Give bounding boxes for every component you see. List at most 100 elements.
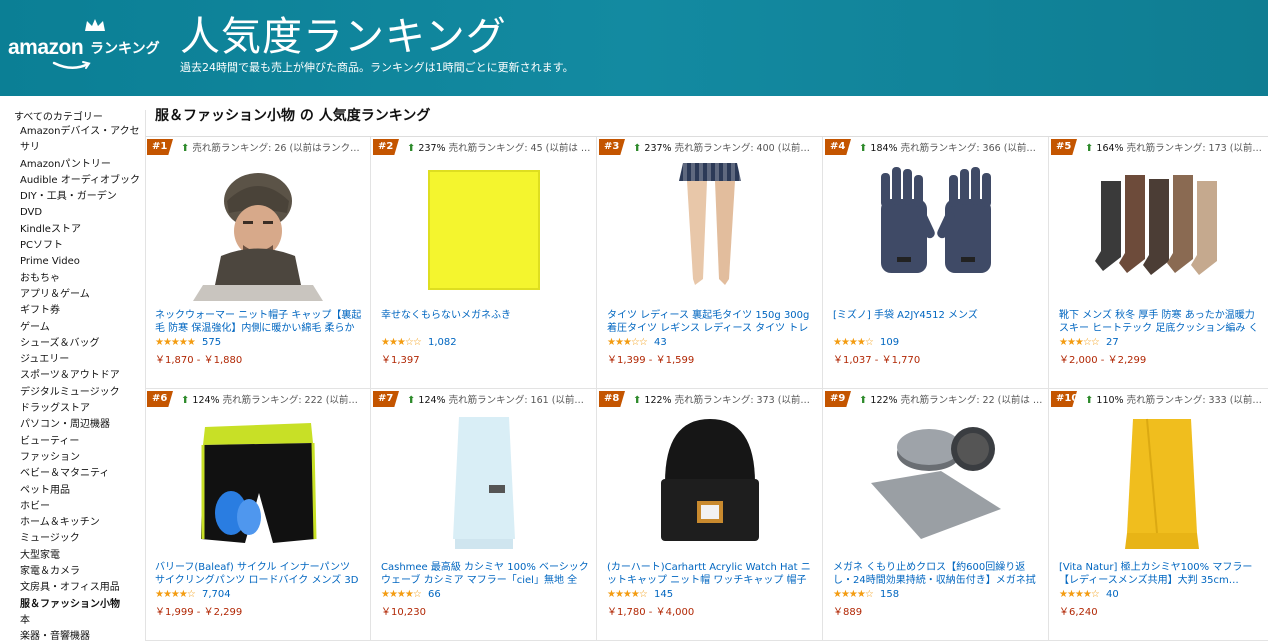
sidebar-category-item[interactable]: おもちゃ (20, 271, 142, 287)
sidebar-category-item[interactable]: シューズ＆バッグ (20, 336, 142, 352)
product-card[interactable]: #3 ⬆ 237% 売れ筋ランキング: 400 (以前は … タイツ レディース… (597, 137, 823, 389)
sidebar-category-item[interactable]: ホビー (20, 499, 142, 515)
sidebar-category-item[interactable]: 大型家電 (20, 548, 142, 564)
product-title-link[interactable]: [Vita Natur] 極上カシミヤ100% マフラー【レディースメンズ共用】… (1059, 561, 1267, 587)
review-count-link[interactable]: 40 (1106, 589, 1119, 600)
sidebar-category-item[interactable]: デジタルミュージック (20, 385, 142, 401)
sidebar-category-item[interactable]: スポーツ＆アウトドア (20, 368, 142, 384)
product-card[interactable]: #1 ⬆ 売れ筋ランキング: 26 (以前はランク… ネックウォーマー ニット帽… (145, 137, 371, 389)
category-list: Amazonデバイス・アクセサリ Amazonパントリー Audible オーディオ… (20, 124, 142, 641)
review-count-link[interactable]: 109 (880, 337, 899, 348)
sidebar-category-item[interactable]: ミュージック (20, 531, 142, 547)
product-card[interactable]: #2 ⬆ 237% 売れ筋ランキング: 45 (以前は 1… 幸せなくもらないメ… (371, 137, 597, 389)
page-title: 人気度ランキング (180, 14, 507, 60)
yellow-cloth-image[interactable] (409, 161, 559, 301)
product-title-link[interactable]: バリーフ(Baleaf) サイクル インナーパンツ サイクリングパンツ ロードバ… (155, 561, 363, 587)
product-card[interactable]: #5 ⬆ 164% 売れ筋ランキング: 173 (以前は … 靴下 メンズ 秋冬… (1049, 137, 1268, 389)
review-count-link[interactable]: 145 (654, 589, 673, 600)
sidebar-category-item[interactable]: Amazonパントリー (20, 157, 142, 173)
star-rating-icon[interactable]: ★★★★☆ (1059, 589, 1100, 600)
sidebar-root-link[interactable]: すべてのカテゴリー (14, 108, 103, 123)
sales-rank-text: 売れ筋ランキング: 366 (以前は … (900, 143, 1045, 154)
sidebar-category-item[interactable]: ビューティー (20, 434, 142, 450)
logo-text: amazon (8, 36, 84, 59)
star-rating-icon[interactable]: ★★★★★ (155, 337, 196, 348)
product-title-link[interactable]: ネックウォーマー ニット帽子 キャップ【裏起毛 防寒 保温強化】内側に暖かい綿毛… (155, 309, 363, 335)
sidebar-category-item[interactable]: Kindleストア (20, 222, 142, 238)
rank-badge: #9 (825, 391, 851, 407)
light-blue-scarf-image[interactable] (409, 413, 559, 553)
star-rating-icon[interactable]: ★★★★☆ (833, 337, 874, 348)
product-price: ￥1,870 - ￥1,880 (155, 355, 243, 366)
rank-change-percent: 237% (418, 143, 446, 154)
review-count-link[interactable]: 158 (880, 589, 899, 600)
product-card[interactable]: #9 ⬆ 122% 売れ筋ランキング: 22 (以前は 49) メガネ くもり止… (823, 389, 1049, 641)
product-title-link[interactable]: [ミズノ] 手袋 A2JY4512 メンズ (833, 309, 1041, 322)
tights-image[interactable] (635, 161, 785, 301)
sidebar-category-item[interactable]: ゲーム (20, 320, 142, 336)
sidebar-category-item[interactable]: 文房具・オフィス用品 (20, 580, 142, 596)
star-rating-icon[interactable]: ★★★★☆ (607, 589, 648, 600)
sales-rank-text: 売れ筋ランキング: 161 (以前は … (448, 395, 593, 406)
star-rating-icon[interactable]: ★★★★☆ (155, 589, 196, 600)
product-title-link[interactable]: Cashmee 最高級 カシミヤ 100% ベーシックウェーブ カシミア マフラ… (381, 561, 589, 587)
sidebar-category-item[interactable]: DIY・工具・ガーデン (20, 189, 142, 205)
sidebar-category-item[interactable]: ファッション (20, 450, 142, 466)
star-rating-icon[interactable]: ★★★☆☆ (1059, 337, 1100, 348)
up-arrow-icon: ⬆ (1085, 143, 1094, 154)
sales-rank-text: 売れ筋ランキング: 22 (以前は 49) (900, 395, 1045, 406)
sidebar-category-item[interactable]: ベビー＆マタニティ (20, 466, 142, 482)
socks-image[interactable] (1087, 161, 1237, 301)
sidebar-category-item[interactable]: 家電＆カメラ (20, 564, 142, 580)
star-rating-icon[interactable]: ★★★★☆ (381, 589, 422, 600)
review-count-link[interactable]: 43 (654, 337, 667, 348)
yellow-scarf-image[interactable] (1087, 413, 1237, 553)
product-card[interactable]: #7 ⬆ 124% 売れ筋ランキング: 161 (以前は … Cashmee 最… (371, 389, 597, 641)
sidebar-category-item[interactable]: ペット用品 (20, 483, 142, 499)
cycling-shorts-image[interactable] (183, 413, 333, 553)
product-title-link[interactable]: (カーハート)Carhartt Acrylic Watch Hat ニットキャッ… (607, 561, 815, 587)
sidebar-category-item[interactable]: アプリ＆ゲーム (20, 287, 142, 303)
review-count-link[interactable]: 27 (1106, 337, 1119, 348)
star-rating-icon[interactable]: ★★★☆☆ (381, 337, 422, 348)
rank-badge: #7 (373, 391, 399, 407)
sidebar-category-item[interactable]: 服＆ファッション小物 (20, 597, 142, 613)
review-count-link[interactable]: 575 (202, 337, 221, 348)
product-title-link[interactable]: 靴下 メンズ 秋冬 厚手 防寒 あったか温暖力 スキー ヒートテック 足底クッシ… (1059, 309, 1267, 335)
gloves-image[interactable] (861, 161, 1011, 301)
sidebar-category-item[interactable]: PCソフト (20, 238, 142, 254)
beanie-model-image[interactable] (183, 161, 333, 301)
sidebar-category-item[interactable]: 本 (20, 613, 142, 629)
sidebar-category-item[interactable]: ギフト券 (20, 303, 142, 319)
product-card[interactable]: #8 ⬆ 122% 売れ筋ランキング: 373 (以前は … (カーハート)Ca… (597, 389, 823, 641)
anti-fog-cloth-image[interactable] (861, 413, 1011, 553)
sidebar-category-item[interactable]: ホーム＆キッチン (20, 515, 142, 531)
review-count-link[interactable]: 1,082 (428, 337, 457, 348)
review-count-link[interactable]: 66 (428, 589, 441, 600)
product-price: ￥10,230 (381, 607, 426, 618)
star-rating-icon[interactable]: ★★★★☆ (833, 589, 874, 600)
star-rating-icon[interactable]: ★★★☆☆ (607, 337, 648, 348)
black-beanie-image[interactable] (635, 413, 785, 553)
sales-rank-text: 売れ筋ランキング: 26 (以前はランク… (192, 143, 360, 154)
product-card[interactable]: #4 ⬆ 184% 売れ筋ランキング: 366 (以前は … [ミズノ] 手袋 … (823, 137, 1049, 389)
sidebar-category-item[interactable]: ドラッグストア (20, 401, 142, 417)
sales-rank-text: 売れ筋ランキング: 373 (以前は … (674, 395, 819, 406)
review-count-link[interactable]: 7,704 (202, 589, 231, 600)
product-title-link[interactable]: 幸せなくもらないメガネふき (381, 309, 589, 322)
sidebar-category-item[interactable]: Audible オーディオブック (20, 173, 142, 189)
up-arrow-icon: ⬆ (181, 143, 190, 154)
product-title-link[interactable]: メガネ くもり止めクロス【約600回繰り返し・24時間効果持続・収納缶付き】メガ… (833, 561, 1041, 587)
product-price: ￥6,240 (1059, 607, 1098, 618)
product-card[interactable]: #10 ⬆ 110% 売れ筋ランキング: 333 (以前… [Vita Natu… (1049, 389, 1268, 641)
sidebar-category-item[interactable]: ジュエリー (20, 352, 142, 368)
rank-badge: #2 (373, 139, 399, 155)
product-card[interactable]: #6 ⬆ 124% 売れ筋ランキング: 222 (以前は … バリーフ(Bale… (145, 389, 371, 641)
sidebar-category-item[interactable]: パソコン・周辺機器 (20, 417, 142, 433)
sidebar-category-item[interactable]: DVD (20, 205, 142, 221)
sidebar-category-item[interactable]: Prime Video (20, 254, 142, 270)
sidebar-category-item[interactable]: 楽器・音響機器 (20, 629, 142, 641)
product-title-link[interactable]: タイツ レディース 裏起毛タイツ 150g 300g 着圧タイツ レギンス レデ… (607, 309, 815, 335)
sidebar-category-item[interactable]: Amazonデバイス・アクセサリ (20, 124, 142, 157)
amazon-ranking-logo[interactable]: amazon ランキング (8, 19, 173, 74)
